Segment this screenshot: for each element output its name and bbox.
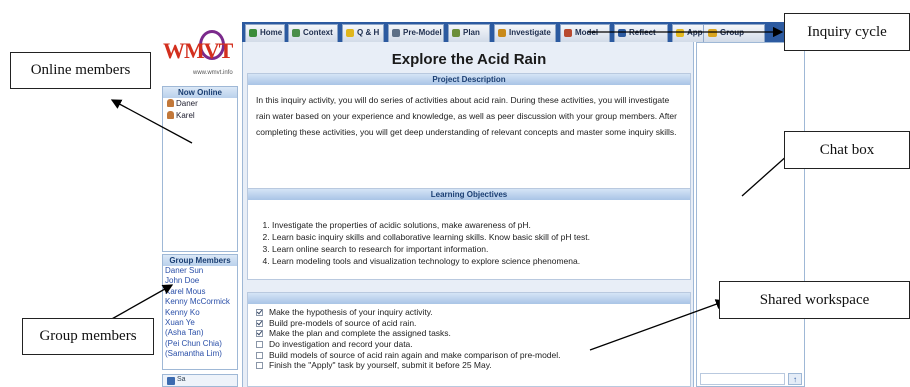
objectives-list: Investigate the properties of acidic sol… [248,200,690,267]
user-icon [167,99,174,107]
project-description-header: Project Description [248,74,690,85]
tab-label: Home [260,28,283,37]
tab-home[interactable]: Home [245,24,285,42]
shared-workspace: Explore the Acid Rain Project Descriptio… [242,42,694,387]
objective-item: Learn online search to research for impo… [272,243,684,255]
send-arrow-icon: ↑ [793,375,797,384]
user-icon [167,111,174,119]
pencil-icon [452,29,460,37]
task-item: Make the hypothesis of your inquiry acti… [248,307,690,318]
callout-group-members: Group members [22,318,154,355]
members-panel: Group Members Daner Sun John Doe Karel Mou… [162,254,238,370]
task-checkbox[interactable] [256,341,263,349]
member-link[interactable]: John Doe [163,276,237,286]
tab-context[interactable]: Context [288,24,338,42]
tab-label: Plan [463,28,480,37]
star-icon [676,29,684,37]
task-checkbox[interactable] [256,309,263,316]
members-panel-title: Group Members [163,255,237,266]
home-icon [249,29,257,37]
tab-plan[interactable]: Plan [448,24,490,42]
tab-q-h[interactable]: Q & H [342,24,384,42]
member-list: Daner Sun John Doe Karel Mous Kenny McCormi… [163,266,237,360]
online-list: Daner Karel [163,98,237,122]
callout-shared-workspace: Shared workspace [719,281,910,319]
task-list: Make the hypothesis of your inquiry acti… [248,304,690,371]
task-text: Make the hypothesis of your inquiry acti… [269,307,433,317]
tab-group-label: Group [720,28,744,37]
molecule-icon [564,29,572,37]
member-link[interactable]: Karel Mous [163,287,237,297]
callout-inquiry-cycle: Inquiry cycle [784,13,910,51]
objective-item: Learn modeling tools and visualization t… [272,255,684,267]
task-item: Build pre-models of source of acid rain. [248,318,690,329]
online-panel: Now Online Daner Karel [162,86,238,252]
save-button-label: Sa [177,376,186,383]
online-user-name: Karel [176,111,195,120]
learning-objectives-header: Learning Objectives [248,189,690,200]
reflect-icon [618,29,626,37]
tab-investigate[interactable]: Investigate [494,24,556,42]
group-icon [708,29,717,37]
task-checkbox[interactable] [256,362,263,370]
member-link[interactable]: (Samantha Lim) [163,349,237,359]
task-checkbox[interactable] [256,319,263,327]
page-title: Explore the Acid Rain [391,51,547,68]
task-checkbox[interactable] [256,351,263,359]
tab-label: Q & H [357,28,380,37]
task-item: Build models of source of acid rain agai… [248,350,690,361]
callout-chat-box: Chat box [784,131,910,169]
task-checklist-header [248,293,690,304]
tab-label: Reflect [629,28,656,37]
online-user[interactable]: Karel [163,110,237,122]
member-link[interactable]: (Asha Tan) [163,328,237,338]
tab-pre-model[interactable]: Pre-Model [388,24,444,42]
member-link[interactable]: Kenny Ko [163,308,237,318]
member-link[interactable]: Xuan Ye [163,318,237,328]
tab-label: Context [303,28,333,37]
task-text: Do investigation and record your data. [269,339,413,350]
callout-online-members: Online members [10,52,151,89]
task-item: Make the plan and complete the assigned … [248,328,690,339]
chat-box [696,42,805,387]
tab-group[interactable]: Group [703,24,765,42]
tab-reflect[interactable]: Reflect [614,24,668,42]
online-user[interactable]: Daner [163,98,237,110]
task-item: Finish the "Apply" task by yourself, sub… [248,360,690,371]
question-icon [346,29,354,37]
tab-label: Model [575,28,599,37]
member-link[interactable]: (Pei Chun Chia) [163,339,237,349]
chat-input[interactable] [700,373,785,385]
member-link[interactable]: Kenny McCormick [163,297,237,307]
objective-item: Investigate the properties of acidic sol… [272,219,684,231]
online-user-name: Daner [176,99,198,108]
task-item: Do investigation and record your data. [248,339,690,350]
save-icon [167,377,175,385]
objective-item: Learn basic inquiry skills and collabora… [272,231,684,243]
task-text: Build pre-models of source of acid rain. [269,317,417,328]
save-button[interactable]: Sa [162,374,238,387]
online-panel-title: Now Online [163,87,237,98]
globe-icon [292,29,300,37]
project-description-text: In this inquiry activity, you will do se… [256,95,677,137]
task-checkbox[interactable] [256,330,263,338]
tab-label: Pre-Model [403,28,442,37]
task-text: Finish the "Apply" task by yourself, sub… [269,360,492,371]
member-link[interactable]: Daner Sun [163,266,237,276]
learning-objectives-box: Learning Objectives Investigate the prop… [247,188,691,280]
logo-url: www.wmvt.info [193,70,233,76]
tab-label: Investigate [509,28,551,37]
task-checklist-box: Make the hypothesis of your inquiry acti… [247,292,691,387]
task-text: Make the plan and complete the assigned … [269,328,451,339]
wmvt-logo: WMVT www.wmvt.info [163,30,239,82]
tab-model[interactable]: Model [560,24,610,42]
flask-icon [498,29,506,37]
model-icon [392,29,400,37]
chat-send-button[interactable]: ↑ [788,373,802,385]
task-text: Build models of source of acid rain agai… [269,349,561,360]
logo-text: WMVT [163,38,233,63]
